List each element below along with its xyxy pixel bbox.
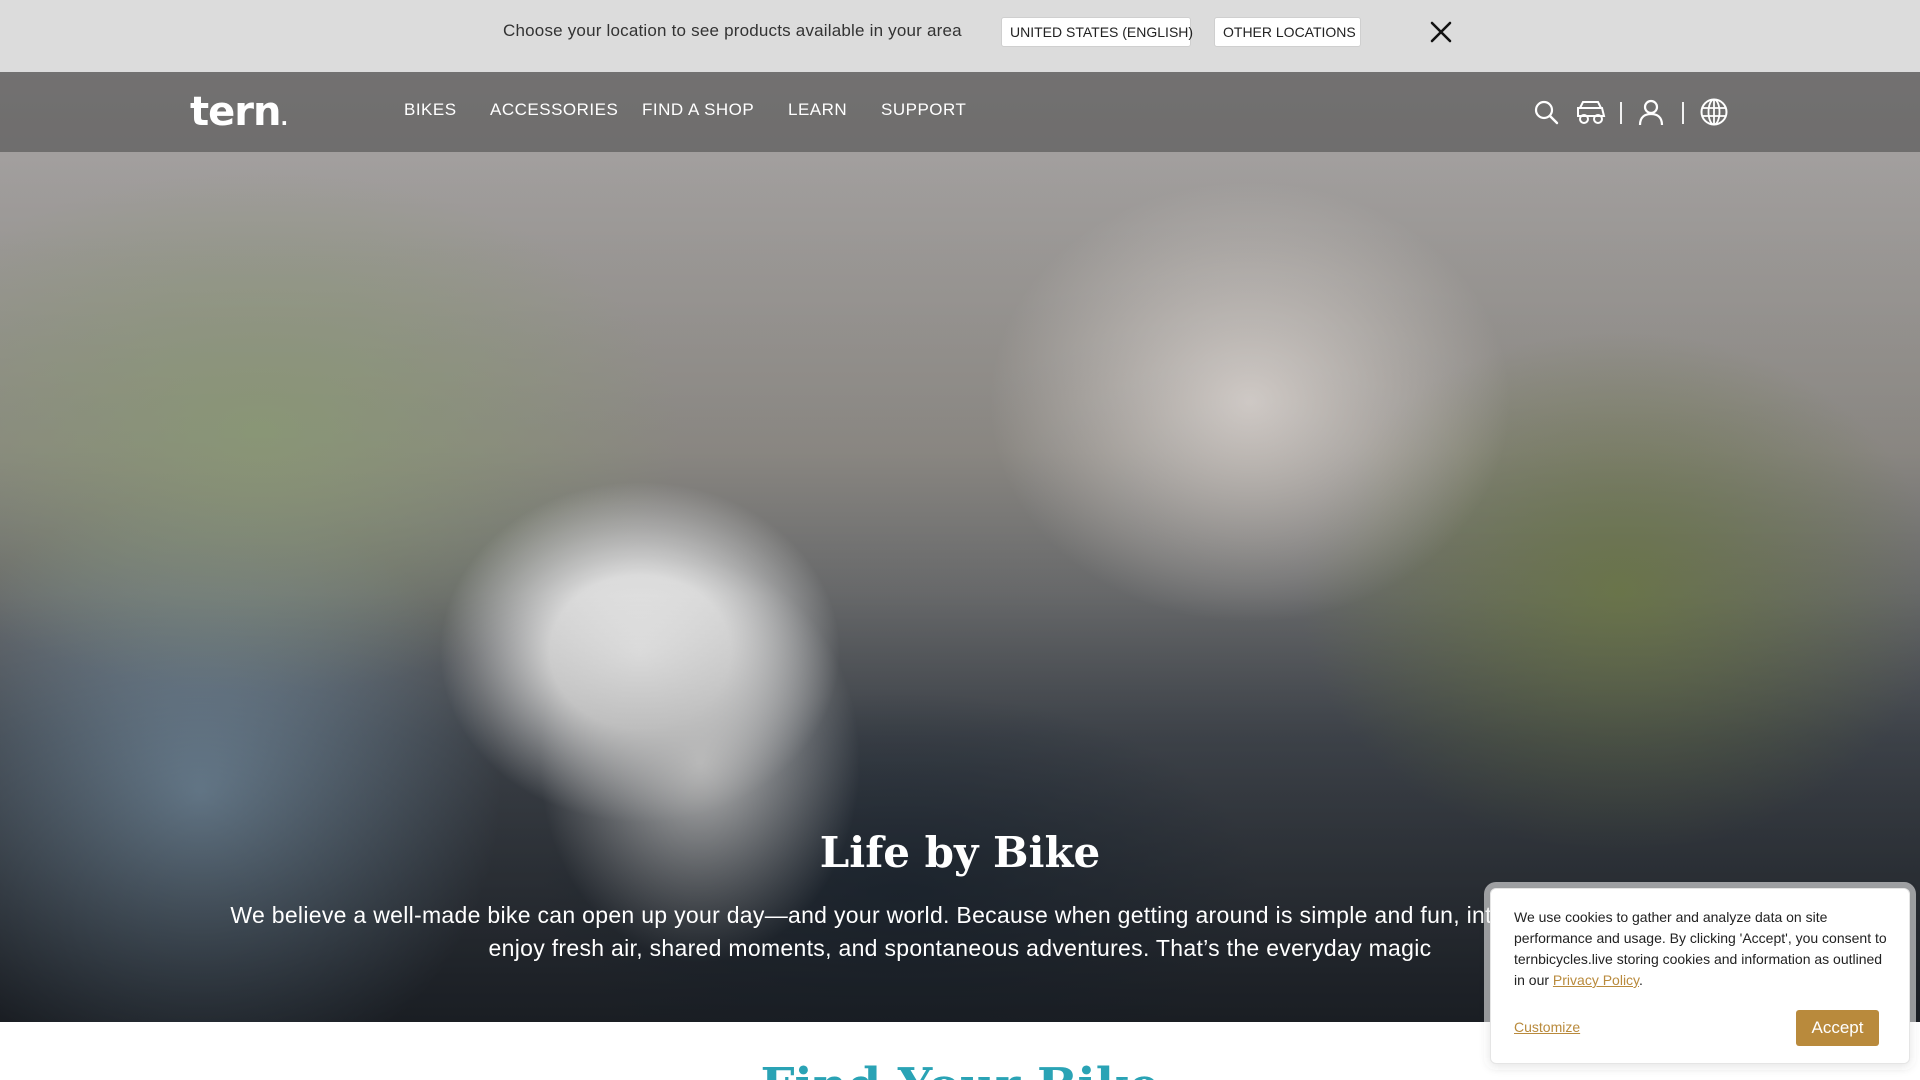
main-nav: tern. BIKES ACCESSORIES FIND A SHOP LEAR… xyxy=(0,72,1920,152)
nav-divider xyxy=(1682,102,1684,124)
cookie-message: We use cookies to gather and analyze dat… xyxy=(1514,909,1887,988)
search-icon[interactable] xyxy=(1532,98,1560,126)
privacy-policy-link[interactable]: Privacy Policy xyxy=(1553,972,1639,988)
user-icon[interactable] xyxy=(1637,98,1665,126)
accept-button[interactable]: Accept xyxy=(1796,1010,1879,1046)
location-bar: Choose your location to see products ava… xyxy=(0,0,1920,72)
cookie-banner: We use cookies to gather and analyze dat… xyxy=(1490,888,1910,1064)
other-locations-button[interactable]: OTHER LOCATIONS xyxy=(1214,17,1361,47)
nav-item-find-a-shop[interactable]: FIND A SHOP xyxy=(642,100,754,120)
close-icon[interactable] xyxy=(1426,17,1456,47)
nav-divider xyxy=(1620,102,1622,124)
united-states-button[interactable]: UNITED STATES (ENGLISH) xyxy=(1001,17,1193,47)
customize-link[interactable]: Customize xyxy=(1514,1019,1580,1035)
nav-item-learn[interactable]: LEARN xyxy=(788,100,847,120)
hero-overlay xyxy=(0,72,1920,1022)
nav-item-support[interactable]: SUPPORT xyxy=(881,100,966,120)
hero-video xyxy=(0,72,1920,1022)
nav-item-bikes[interactable]: BIKES xyxy=(404,100,457,120)
nav-item-accessories[interactable]: ACCESSORIES xyxy=(490,100,618,120)
hero-title: Life by Bike xyxy=(819,828,1101,877)
bike-icon[interactable] xyxy=(1574,98,1608,126)
globe-icon[interactable] xyxy=(1699,97,1729,127)
tern-logo[interactable]: tern. xyxy=(190,92,288,132)
location-message: Choose your location to see products ava… xyxy=(503,21,962,40)
